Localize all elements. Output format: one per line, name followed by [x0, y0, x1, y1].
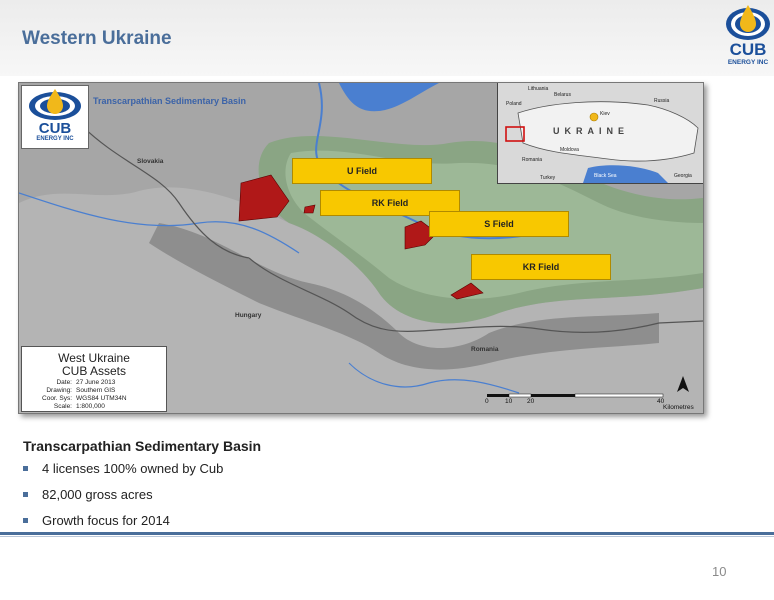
- footer-rule-thin: [0, 536, 774, 537]
- bullet-square-icon: [23, 492, 28, 497]
- region-romania: Romania: [471, 346, 499, 353]
- inset-label-kiev: Kiev: [600, 111, 610, 117]
- bullet-square-icon: [23, 518, 28, 523]
- bullet-text: 82,000 gross acres: [42, 487, 153, 502]
- region-hungary: Hungary: [235, 312, 262, 319]
- footer-rule: [0, 532, 774, 535]
- legend-value: 27 June 2013: [76, 379, 116, 386]
- field-label-u: U Field: [292, 158, 432, 184]
- inset-label-moldova: Moldova: [560, 147, 579, 153]
- inset-label-russia: Russia: [654, 98, 670, 104]
- inset-label-black-sea: Black Sea: [594, 173, 617, 179]
- legend-key: Coor. Sys:: [42, 395, 72, 402]
- legend-key: Drawing:: [46, 387, 72, 394]
- inset-label-romania: Romania: [522, 157, 543, 163]
- inset-label-georgia: Georgia: [674, 173, 692, 179]
- scale-bar: 0 10 20 40 Kilometres: [485, 393, 703, 413]
- inset-label-poland: Poland: [506, 101, 522, 107]
- basin-map: CUB ENERGY INC Transcarpathian Sedimenta…: [18, 82, 704, 414]
- inset-label-lithuania: Lithuania: [528, 86, 549, 92]
- slide-title: Western Ukraine: [22, 28, 172, 49]
- bullet-text: 4 licenses 100% owned by Cub: [42, 461, 224, 476]
- bullet-list: 4 licenses 100% owned by Cub 82,000 gros…: [23, 461, 223, 539]
- scale-unit: Kilometres: [663, 404, 694, 411]
- bullet-text: Growth focus for 2014: [42, 513, 170, 528]
- bullet-item: 4 licenses 100% owned by Cub: [23, 461, 223, 487]
- cub-logo: CUB ENERGY INC: [724, 2, 772, 72]
- logo-tagline: ENERGY INC: [727, 59, 769, 66]
- bullet-square-icon: [23, 466, 28, 471]
- legend-key: Date:: [56, 379, 72, 386]
- inset-label-ukraine: UKRAINE: [553, 126, 630, 136]
- basin-label: Transcarpathian Sedimentary Basin: [93, 96, 247, 106]
- scale-tick: 10: [505, 398, 513, 405]
- field-label-kr: KR Field: [471, 254, 611, 280]
- scale-tick: 0: [485, 398, 489, 405]
- scale-bar-graphic: [487, 393, 664, 398]
- location-inset-map: Lithuania Belarus Russia Poland Kiev UKR…: [497, 83, 703, 184]
- legend-value: 1:800,000: [76, 403, 105, 410]
- map-logo-tagline: ENERGY INC: [36, 136, 74, 142]
- legend-title-line2: CUB Assets: [61, 364, 127, 378]
- legend-value: Southern GIS: [76, 387, 116, 394]
- region-slovakia: Slovakia: [137, 158, 164, 165]
- droplet-icon: [29, 89, 81, 120]
- section-subtitle: Transcarpathian Sedimentary Basin: [23, 438, 262, 454]
- map-legend: West Ukraine CUB Assets Date: 27 June 20…: [21, 346, 167, 412]
- map-logo-wordmark: CUB: [38, 120, 72, 137]
- inset-label-belarus: Belarus: [554, 92, 571, 98]
- legend-value: WGS84 UTM34N: [76, 395, 127, 402]
- page-number: 10: [712, 564, 727, 579]
- legend-key: Scale:: [53, 403, 72, 410]
- field-label-s: S Field: [429, 211, 569, 237]
- map-cub-logo: CUB ENERGY INC: [21, 85, 89, 149]
- logo-wordmark: CUB: [729, 40, 767, 59]
- scale-tick: 20: [527, 398, 535, 405]
- bullet-item: 82,000 gross acres: [23, 487, 223, 513]
- droplet-icon: [726, 5, 770, 40]
- legend-title-line1: West Ukraine: [58, 351, 130, 365]
- inset-label-turkey: Turkey: [540, 175, 556, 181]
